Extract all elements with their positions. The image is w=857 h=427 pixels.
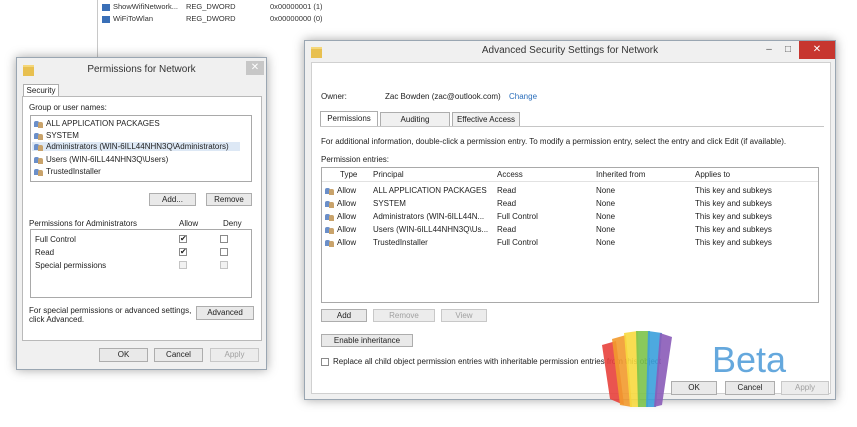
user-group-icon bbox=[325, 213, 334, 221]
permission-list: Full Control ✔ Read ✔ Special permission… bbox=[30, 229, 252, 298]
user-group-icon bbox=[34, 143, 43, 151]
list-item[interactable]: Users (WIN-6ILL44NHN3Q\Users) bbox=[34, 155, 168, 164]
group-list[interactable]: ALL APPLICATION PACKAGES SYSTEM Administ… bbox=[30, 115, 252, 182]
column-header[interactable]: Applies to bbox=[695, 170, 730, 179]
enable-inheritance-button[interactable]: Enable inheritance bbox=[321, 334, 413, 347]
permissions-titlebar: Permissions for Network ✕ bbox=[17, 58, 266, 82]
folder-icon bbox=[23, 65, 34, 76]
table-row[interactable]: Allow SYSTEM Read None This key and subk… bbox=[322, 198, 818, 210]
registry-row[interactable]: ShowWifiNetwork... REG_DWORD 0x00000001 … bbox=[102, 2, 323, 13]
column-header[interactable]: Inherited from bbox=[596, 170, 645, 179]
user-group-icon bbox=[325, 239, 334, 247]
allow-header: Allow bbox=[179, 219, 199, 228]
maximize-icon[interactable]: □ bbox=[779, 41, 797, 59]
user-group-icon bbox=[34, 156, 43, 164]
allow-checkbox bbox=[179, 261, 187, 269]
table-row[interactable]: Allow ALL APPLICATION PACKAGES Read None… bbox=[322, 185, 818, 197]
ok-button[interactable]: OK bbox=[671, 381, 717, 395]
owner-value: Zac Bowden (zac@outlook.com) bbox=[385, 92, 501, 101]
allow-checkbox[interactable]: ✔ bbox=[179, 248, 187, 256]
deny-checkbox bbox=[220, 261, 228, 269]
allow-checkbox[interactable]: ✔ bbox=[179, 235, 187, 243]
column-header[interactable]: Principal bbox=[373, 170, 404, 179]
table-row[interactable]: Allow Users (WIN-6ILL44NHN3Q\Us... Read … bbox=[322, 224, 818, 236]
folder-icon bbox=[311, 47, 322, 58]
list-item[interactable]: ALL APPLICATION PACKAGES bbox=[34, 119, 160, 128]
column-header[interactable]: Type bbox=[340, 170, 357, 179]
cancel-button[interactable]: Cancel bbox=[154, 348, 203, 362]
perm-header: Permissions for Administrators bbox=[29, 219, 138, 228]
watermark-text: Beta bbox=[712, 339, 787, 380]
perm-name: Special permissions bbox=[35, 261, 107, 270]
cancel-button[interactable]: Cancel bbox=[725, 381, 775, 395]
user-group-icon bbox=[325, 187, 334, 195]
tab-auditing[interactable]: Auditing bbox=[380, 112, 450, 126]
close-icon[interactable]: ✕ bbox=[246, 61, 264, 75]
user-group-icon bbox=[325, 226, 334, 234]
close-icon[interactable]: ✕ bbox=[799, 41, 835, 59]
deny-checkbox[interactable] bbox=[220, 235, 228, 243]
tab-permissions[interactable]: Permissions bbox=[320, 111, 378, 126]
permissions-dialog: Permissions for Network ✕ Security Group… bbox=[16, 57, 267, 370]
tab-effective-access[interactable]: Effective Access bbox=[452, 112, 520, 126]
registry-divider bbox=[97, 0, 98, 60]
list-item[interactable]: SYSTEM bbox=[34, 131, 79, 140]
apply-button: Apply bbox=[781, 381, 829, 395]
deny-header: Deny bbox=[223, 219, 242, 228]
permissions-title: Permissions for Network bbox=[87, 64, 196, 75]
replace-child-checkbox[interactable] bbox=[321, 358, 329, 366]
advanced-title: Advanced Security Settings for Network bbox=[481, 45, 659, 56]
watermark-logo bbox=[602, 331, 672, 407]
group-label: Group or user names: bbox=[29, 103, 107, 112]
user-group-icon bbox=[325, 200, 334, 208]
minimize-icon[interactable]: – bbox=[761, 41, 777, 59]
owner-label: Owner: bbox=[321, 92, 347, 101]
advanced-button[interactable]: Advanced bbox=[196, 306, 254, 320]
info-text: For additional information, double-click… bbox=[321, 137, 787, 146]
registry-value-icon bbox=[102, 3, 110, 11]
deny-checkbox[interactable] bbox=[220, 248, 228, 256]
list-item[interactable]: TrustedInstaller bbox=[34, 167, 101, 176]
registry-row[interactable]: WiFiToWlan REG_DWORD 0x00000000 (0) bbox=[102, 14, 323, 25]
table-header: Type Principal Access Inherited from App… bbox=[322, 168, 818, 182]
user-group-icon bbox=[34, 132, 43, 140]
registry-value-icon bbox=[102, 15, 110, 23]
user-group-icon bbox=[34, 168, 43, 176]
view-entry-button: View bbox=[441, 309, 487, 322]
security-tab-panel: Group or user names: ALL APPLICATION PAC… bbox=[22, 96, 262, 341]
remove-entry-button: Remove bbox=[373, 309, 435, 322]
advanced-note: click Advanced. bbox=[29, 315, 85, 324]
table-row[interactable]: Allow TrustedInstaller Full Control None… bbox=[322, 237, 818, 249]
advanced-titlebar: Advanced Security Settings for Network –… bbox=[305, 41, 835, 61]
add-button[interactable]: Add... bbox=[149, 193, 196, 206]
perm-name: Read bbox=[35, 248, 55, 257]
advanced-note: For special permissions or advanced sett… bbox=[29, 306, 192, 315]
table-row[interactable]: Allow Administrators (WIN-6ILL44N... Ful… bbox=[322, 211, 818, 223]
list-item-selected[interactable]: Administrators (WIN-6ILL44NHN3Q\Administ… bbox=[32, 142, 240, 151]
column-header[interactable]: Access bbox=[497, 170, 523, 179]
ok-button[interactable]: OK bbox=[99, 348, 148, 362]
remove-button[interactable]: Remove bbox=[206, 193, 252, 206]
tab-divider bbox=[320, 126, 824, 127]
perm-name: Full Control bbox=[35, 235, 76, 244]
add-entry-button[interactable]: Add bbox=[321, 309, 367, 322]
change-owner-link[interactable]: Change bbox=[509, 92, 537, 101]
permission-entries-table[interactable]: Type Principal Access Inherited from App… bbox=[321, 167, 819, 303]
entries-label: Permission entries: bbox=[321, 155, 390, 164]
user-group-icon bbox=[34, 120, 43, 128]
tab-security[interactable]: Security bbox=[23, 84, 59, 96]
apply-button: Apply bbox=[210, 348, 259, 362]
